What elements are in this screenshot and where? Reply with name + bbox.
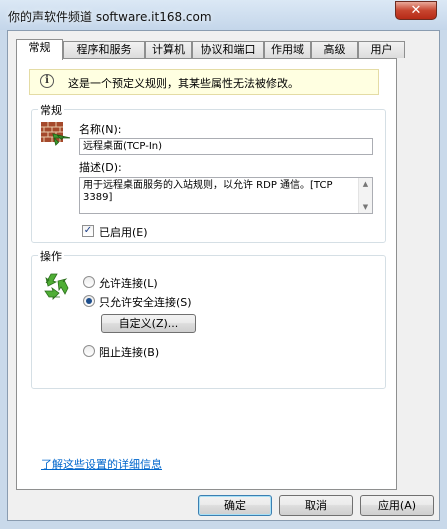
tab-panel-general: i 这是一个预定义规则，其某些属性无法被修改。 常规 名称(N): 远程桌面(T… [16,58,397,490]
allow-connection-label[interactable]: 允许连接(L) [99,275,158,291]
description-label: 描述(D): [79,161,122,174]
general-group: 常规 名称(N): 远程桌面(TCP-In) 描述(D): 用于远程桌面服务的入… [31,102,386,243]
learn-more-link[interactable]: 了解这些设置的详细信息 [41,456,162,472]
title-bar[interactable]: 你的声软件频道 software.it168.com ✕ [0,0,447,30]
tab-strip: 常规 程序和服务 计算机 协议和端口 作用域 高级 用户 [16,39,436,60]
description-scrollbar[interactable]: ▲ ▼ [358,178,372,213]
close-icon: ✕ [410,3,422,18]
tab-computers[interactable]: 计算机 [145,41,192,58]
dialog-client: 常规 程序和服务 计算机 协议和端口 作用域 高级 用户 i 这是一个预定义规则… [7,30,440,521]
tab-protocols-ports[interactable]: 协议和端口 [192,41,264,58]
tab-advanced[interactable]: 高级 [311,41,358,58]
block-connection-label[interactable]: 阻止连接(B) [99,344,159,360]
tab-general[interactable]: 常规 [16,39,63,60]
enabled-checkbox[interactable]: ✓ [82,225,94,237]
tab-users[interactable]: 用户 [358,41,405,58]
action-group: 操作 允许连接(L) 只允许安全连接(S) 自定义(Z)... 阻止连接(B) [31,248,386,389]
scroll-down-icon[interactable]: ▼ [359,201,372,213]
description-value: 用于远程桌面服务的入站规则，以允许 RDP 通信。[TCP 3389] [83,180,333,203]
firewall-rule-icon [41,122,70,146]
apply-button[interactable]: 应用(A) [360,495,434,516]
description-field[interactable]: 用于远程桌面服务的入站规则，以允许 RDP 通信。[TCP 3389] ▲ ▼ [79,177,373,214]
scroll-up-icon[interactable]: ▲ [359,178,372,190]
close-button[interactable]: ✕ [395,1,437,20]
cancel-button[interactable]: 取消 [279,495,353,516]
general-group-title: 常规 [38,102,64,118]
recycle-arrows-icon [44,273,69,300]
tab-programs-services[interactable]: 程序和服务 [63,41,145,58]
notice-text: 这是一个预定义规则，其某些属性无法被修改。 [68,77,299,90]
radio-block-connection[interactable] [83,345,95,357]
name-value: 远程桌面(TCP-In) [83,141,163,152]
tab-scope[interactable]: 作用域 [264,41,311,58]
radio-allow-secure-connection[interactable] [83,295,95,307]
name-field[interactable]: 远程桌面(TCP-In) [79,138,373,155]
info-icon: i [40,74,54,88]
enabled-label[interactable]: 已启用(E) [99,224,148,240]
radio-allow-connection[interactable] [83,276,95,288]
customize-button[interactable]: 自定义(Z)... [101,314,196,333]
name-label: 名称(N): [79,123,122,136]
action-group-title: 操作 [38,248,64,264]
allow-secure-connection-label[interactable]: 只允许安全连接(S) [99,294,192,310]
ok-button[interactable]: 确定 [198,495,272,516]
window-title: 你的声软件频道 software.it168.com [8,10,212,24]
read-only-notice: i 这是一个预定义规则，其某些属性无法被修改。 [29,69,379,95]
